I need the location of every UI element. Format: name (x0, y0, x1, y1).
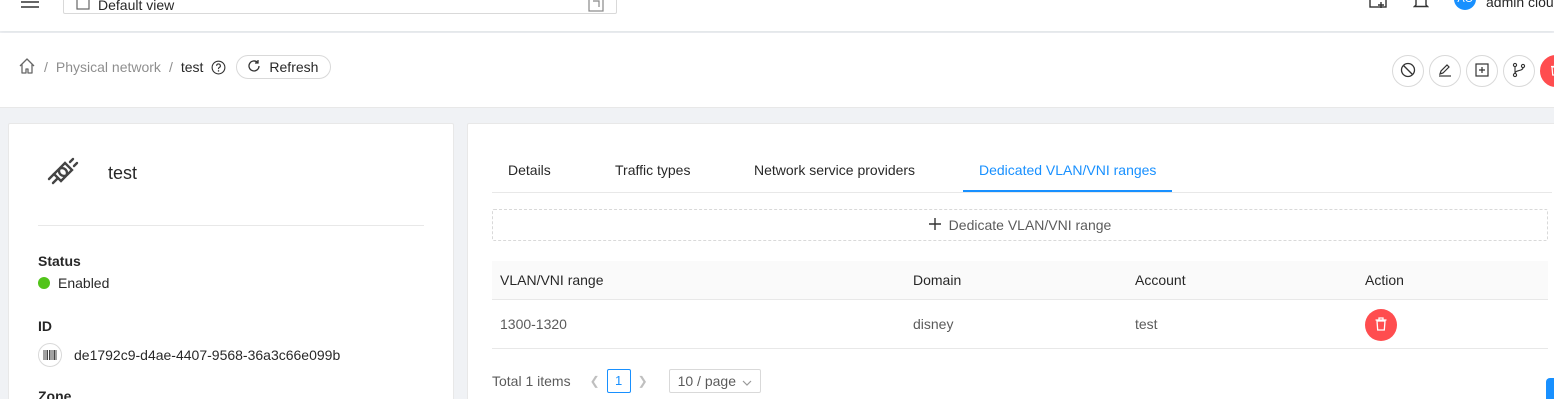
page-header: / Physical network / test Refresh (0, 33, 1554, 108)
column-header-action: Action (1365, 272, 1404, 288)
cell-account: test (1135, 316, 1158, 332)
cell-range: 1300-1320 (500, 316, 567, 332)
column-header-domain: Domain (913, 272, 962, 288)
api-plug-icon (45, 154, 81, 193)
page-size-select[interactable]: 10 / page (668, 369, 761, 393)
status-dot (38, 277, 50, 289)
status-label: Status (38, 253, 81, 269)
table-row: 1300-1320 disney test (492, 300, 1548, 349)
breadcrumb-separator: / (44, 59, 48, 75)
plus-square-icon (1474, 62, 1490, 81)
tab-bar: Details Traffic types Network service pr… (492, 152, 1552, 193)
breadcrumb-current: test (180, 59, 204, 75)
table-header: VLAN/VNI range Domain Account Action (492, 261, 1548, 300)
barcode-icon[interactable] (38, 343, 62, 367)
cell-domain: disney (913, 316, 954, 332)
pagination: Total 1 items ❮ 1 ❯ 10 / page (492, 369, 761, 393)
project-icon (76, 0, 90, 13)
id-label: ID (38, 318, 52, 334)
branch-button[interactable] (1503, 55, 1535, 87)
home-icon[interactable] (18, 57, 36, 78)
refresh-button[interactable]: Refresh (236, 55, 332, 79)
disable-button[interactable] (1392, 55, 1424, 87)
column-header-account: Account (1135, 272, 1186, 288)
divider (38, 225, 424, 226)
resource-name: test (108, 163, 138, 183)
tab-details[interactable]: Details (492, 152, 567, 192)
view-switch-icon (588, 0, 604, 15)
delete-icon (1374, 316, 1388, 335)
menu-toggle-icon[interactable] (20, 0, 40, 10)
breadcrumb: / Physical network / test Refresh (18, 55, 332, 79)
edit-button[interactable] (1429, 55, 1461, 87)
pagination-total: Total 1 items (492, 373, 571, 389)
chevron-down-icon (742, 373, 752, 389)
column-header-range: VLAN/VNI range (500, 272, 604, 288)
project-switch-icon[interactable] (1369, 0, 1387, 13)
page-size-value: 10 / page (677, 373, 736, 389)
question-circle-icon[interactable] (211, 60, 226, 75)
branches-icon (1511, 62, 1527, 81)
user-name[interactable]: admin cloud (1486, 0, 1554, 10)
view-select-value: Default view (98, 0, 175, 13)
release-range-button[interactable] (1365, 309, 1397, 341)
breadcrumb-separator: / (168, 59, 173, 75)
tab-dedicated-vlan-ranges[interactable]: Dedicated VLAN/VNI ranges (963, 152, 1173, 192)
resource-info-card: test Status Enabled ID de1792c9-d4ae-440… (8, 123, 454, 399)
delete-icon (1549, 63, 1554, 80)
id-value-row: de1792c9-d4ae-4407-9568-36a3c66e099b (38, 343, 340, 367)
zone-label: Zone (38, 388, 72, 399)
reload-icon (247, 59, 261, 76)
plus-icon (928, 217, 941, 233)
refresh-label: Refresh (269, 59, 319, 75)
top-header: Default view AC admin cloud (0, 0, 1554, 31)
stop-icon (1400, 62, 1416, 81)
page-number[interactable]: 1 (606, 369, 631, 393)
tab-network-service-providers[interactable]: Network service providers (738, 152, 931, 192)
view-select[interactable]: Default view (63, 0, 617, 14)
next-page-icon[interactable]: ❯ (631, 374, 655, 388)
tab-card: Details Traffic types Network service pr… (467, 123, 1554, 399)
dedicate-vlan-label: Dedicate VLAN/VNI range (948, 217, 1112, 233)
tab-traffic-types[interactable]: Traffic types (599, 152, 706, 192)
notification-bell-icon[interactable] (1412, 0, 1430, 13)
delete-network-button[interactable] (1540, 55, 1554, 87)
status-text: Enabled (58, 275, 110, 291)
edit-icon (1437, 62, 1453, 81)
user-avatar[interactable]: AC (1454, 0, 1476, 10)
id-value: de1792c9-d4ae-4407-9568-36a3c66e099b (74, 347, 341, 363)
floating-button-edge[interactable] (1546, 378, 1554, 399)
dedicate-vlan-button[interactable]: Dedicate VLAN/VNI range (492, 209, 1548, 241)
breadcrumb-physical-network[interactable]: Physical network (56, 59, 161, 75)
prev-page-icon[interactable]: ❮ (583, 374, 607, 388)
status-value: Enabled (38, 275, 109, 291)
vlan-ranges-table: VLAN/VNI range Domain Account Action 130… (492, 261, 1548, 349)
add-button[interactable] (1466, 55, 1498, 87)
